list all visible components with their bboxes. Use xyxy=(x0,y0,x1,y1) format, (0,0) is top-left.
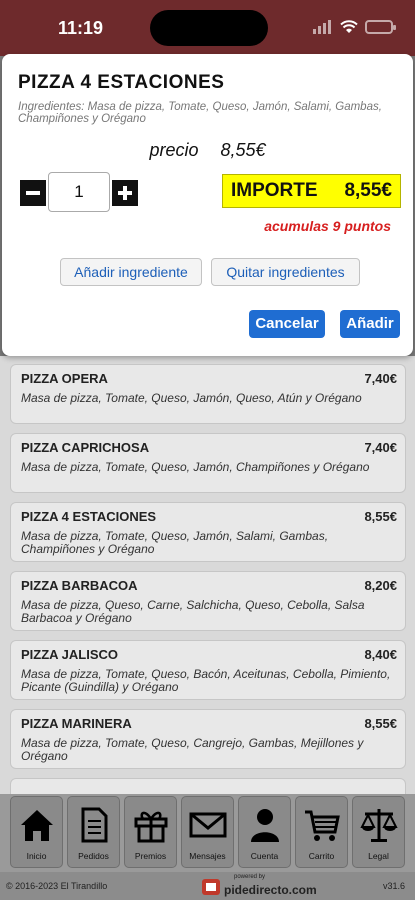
bottom-nav: Inicio Pedidos Premios Mensajes Cuenta C… xyxy=(0,794,415,872)
item-name: PIZZA MARINERA xyxy=(21,716,132,731)
points-text: acumulas 9 puntos xyxy=(264,218,391,234)
nav-label: Inicio xyxy=(26,851,47,861)
brand-logo-icon xyxy=(202,879,220,895)
total-box: IMPORTE 8,55€ xyxy=(222,174,401,208)
gift-icon xyxy=(134,811,167,843)
item-description: Masa de pizza, Tomate, Queso, Jamón, Sal… xyxy=(21,529,329,556)
plus-icon xyxy=(118,186,132,200)
wifi-icon xyxy=(340,20,358,33)
item-description: Masa de pizza, Tomate, Queso, Cangrejo, … xyxy=(21,736,364,763)
item-description: Masa de pizza, Tomate, Queso, Jamón, Que… xyxy=(21,391,362,405)
decrease-quantity-button[interactable] xyxy=(20,180,46,206)
nav-label: Premios xyxy=(134,851,167,861)
nav-label: Pedidos xyxy=(78,851,109,861)
powered-by-text: powered by xyxy=(234,874,266,880)
nav-label: Cuenta xyxy=(250,851,279,861)
total-value: 8,55€ xyxy=(344,180,392,201)
dynamic-island xyxy=(150,10,268,46)
brand-text: pidedirecto.com xyxy=(224,883,317,897)
item-price: 7,40€ xyxy=(364,440,397,455)
home-icon xyxy=(20,810,53,841)
envelope-icon xyxy=(189,812,226,838)
scales-icon xyxy=(359,809,398,842)
status-time: 11:19 xyxy=(58,18,104,38)
battery-icon xyxy=(365,20,396,34)
nav-item-premios[interactable]: Premios xyxy=(124,796,177,868)
price-row: precio 8,55€ xyxy=(2,140,413,161)
nav-item-inicio[interactable]: Inicio xyxy=(10,796,63,868)
copyright-text: © 2016-2023 El Tirandillo xyxy=(6,881,108,891)
menu-item[interactable]: PIZZA CAPRICHOSA 7,40€ Masa de pizza, To… xyxy=(10,433,406,493)
price-value: 8,55€ xyxy=(220,140,266,160)
menu-item[interactable]: PIZZA MARINERA 8,55€ Masa de pizza, Toma… xyxy=(10,709,406,769)
item-price: 8,55€ xyxy=(364,716,397,731)
signal-icon xyxy=(313,20,331,34)
document-icon xyxy=(81,807,107,843)
footer: © 2016-2023 El Tirandillo powered by pid… xyxy=(0,872,415,900)
remove-ingredients-button[interactable]: Quitar ingredientes xyxy=(211,258,360,286)
item-price: 7,40€ xyxy=(364,371,397,386)
menu-item[interactable]: PIZZA 4 ESTACIONES 8,55€ Masa de pizza, … xyxy=(10,502,406,562)
add-to-cart-button[interactable]: Añadir xyxy=(340,310,400,338)
status-icons xyxy=(313,20,396,34)
menu-item[interactable]: PIZZA BARBACOA 8,20€ Masa de pizza, Ques… xyxy=(10,571,406,631)
dialog-ingredients: Ingredientes: Masa de pizza, Tomate, Que… xyxy=(18,101,382,125)
increase-quantity-button[interactable] xyxy=(112,180,138,206)
add-ingredient-button[interactable]: Añadir ingrediente xyxy=(60,258,202,286)
user-icon xyxy=(250,809,279,842)
item-description: Masa de pizza, Tomate, Queso, Bacón, Ace… xyxy=(21,667,391,694)
nav-item-legal[interactable]: Legal xyxy=(352,796,405,868)
nav-label: Mensajes xyxy=(189,851,226,861)
item-description: Masa de pizza, Tomate, Queso, Jamón, Cha… xyxy=(21,460,370,474)
menu-item[interactable]: PIZZA JALISCO 8,40€ Masa de pizza, Tomat… xyxy=(10,640,406,700)
item-price: 8,55€ xyxy=(364,509,397,524)
nav-item-cuenta[interactable]: Cuenta xyxy=(238,796,291,868)
quantity-value: 1 xyxy=(74,182,84,201)
powered-by-logo[interactable]: powered by pidedirecto.com xyxy=(200,874,317,898)
cart-icon xyxy=(304,810,340,841)
item-price: 8,20€ xyxy=(364,578,397,593)
item-name: PIZZA JALISCO xyxy=(21,647,119,662)
item-price: 8,40€ xyxy=(364,647,397,662)
status-bar: 11:19 xyxy=(0,0,415,56)
item-name: PIZZA 4 ESTACIONES xyxy=(21,509,157,524)
nav-item-mensajes[interactable]: Mensajes xyxy=(181,796,234,868)
nav-item-carrito[interactable]: Carrito xyxy=(295,796,348,868)
quantity-input[interactable]: 1 xyxy=(48,172,110,212)
total-label: IMPORTE xyxy=(231,180,318,201)
menu-item[interactable]: PIZZA OPERA 7,40€ Masa de pizza, Tomate,… xyxy=(10,364,406,424)
nav-item-pedidos[interactable]: Pedidos xyxy=(67,796,120,868)
minus-icon xyxy=(26,191,40,195)
item-name: PIZZA OPERA xyxy=(21,371,108,386)
item-name: PIZZA CAPRICHOSA xyxy=(21,440,150,455)
version-text: v31.6 xyxy=(382,881,405,891)
cancel-button[interactable]: Cancelar xyxy=(249,310,325,338)
item-name: PIZZA BARBACOA xyxy=(21,578,138,593)
price-label: precio xyxy=(149,140,199,160)
item-description: Masa de pizza, Queso, Carne, Salchicha, … xyxy=(21,598,365,625)
dialog-title: PIZZA 4 ESTACIONES xyxy=(18,72,225,93)
product-dialog: PIZZA 4 ESTACIONES Ingredientes: Masa de… xyxy=(2,54,413,356)
nav-label: Carrito xyxy=(308,851,335,861)
nav-label: Legal xyxy=(368,851,389,861)
menu-list: PIZZA OPERA 7,40€ Masa de pizza, Tomate,… xyxy=(0,356,415,796)
